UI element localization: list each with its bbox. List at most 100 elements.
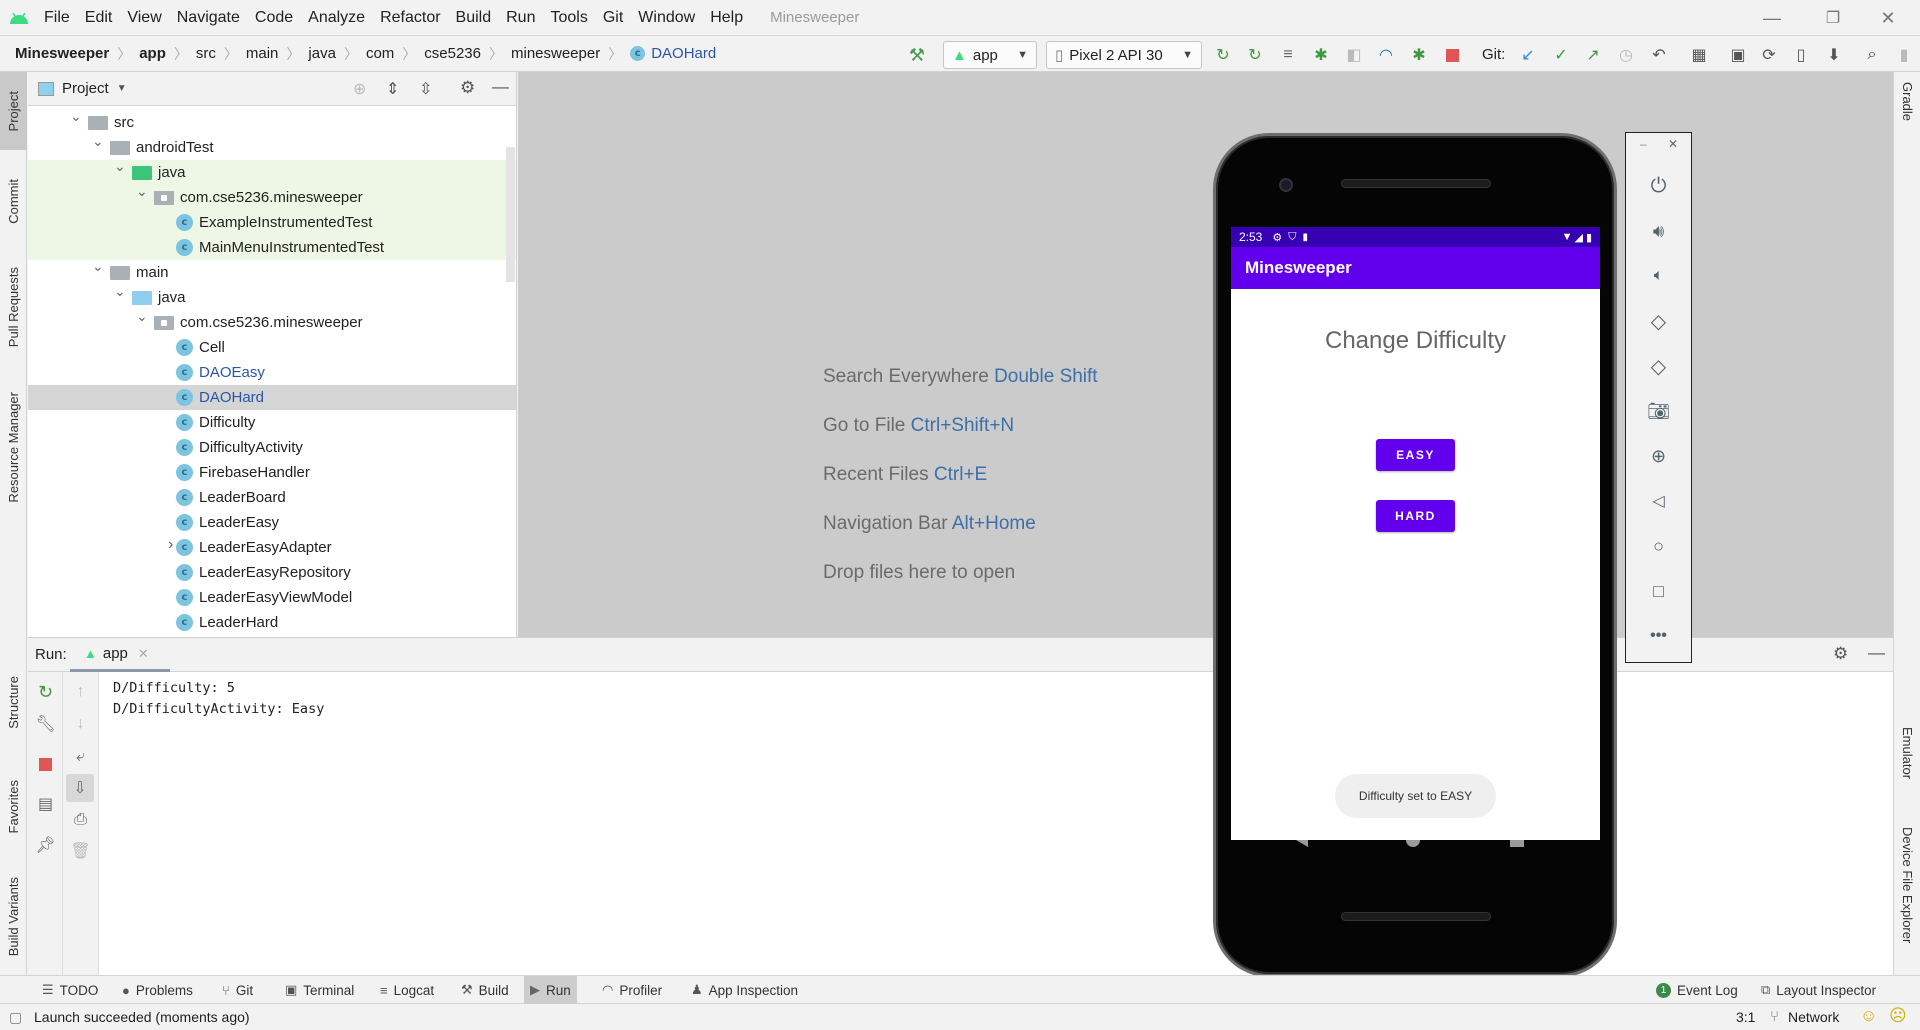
volume-up-icon[interactable]: 🔊︎ — [1626, 216, 1691, 246]
stop-icon[interactable] — [28, 750, 63, 778]
tree-item[interactable]: ⌄ com.cse5236.minesweeper — [28, 183, 516, 210]
tool-window-structure[interactable]: Structure — [0, 657, 27, 747]
tool-window-favorites[interactable]: Favorites — [0, 757, 27, 857]
tree-item[interactable]: › c LeaderEasyAdapter — [28, 535, 516, 560]
rotate-right-icon[interactable]: ◇ — [1626, 351, 1691, 381]
hide-panel-icon[interactable]: — — [1868, 643, 1885, 663]
minimize-button[interactable]: — — [1746, 0, 1798, 36]
menu-refactor[interactable]: Refactor — [380, 9, 440, 27]
tree-scrollbar[interactable] — [506, 147, 515, 282]
tree-item[interactable]: c FirebaseHandler — [28, 460, 516, 485]
breadcrumb-com[interactable]: com — [366, 45, 394, 62]
chevron-down-icon[interactable]: ⌄ — [136, 308, 148, 325]
tab-profiler[interactable]: ◠ Profiler — [596, 976, 668, 1004]
trash-icon[interactable]: 🗑︎ — [63, 837, 98, 865]
print-icon[interactable]: ⎙ — [63, 806, 98, 834]
collapse-all-icon[interactable]: ⇳ — [419, 79, 432, 99]
sdk-manager-icon[interactable]: ⬇ — [1823, 44, 1845, 66]
tree-item[interactable]: c LeaderEasy — [28, 510, 516, 535]
git-rollback-icon[interactable]: ↶ — [1648, 44, 1670, 66]
locate-file-icon[interactable]: ⊕ — [353, 79, 366, 99]
tool-window-emulator[interactable]: Emulator — [1894, 727, 1920, 779]
tab-git[interactable]: ⑂ Git — [216, 976, 259, 1004]
breadcrumb-src[interactable]: src — [196, 45, 216, 62]
chevron-down-icon[interactable]: ⌄ — [136, 183, 148, 200]
chevron-down-icon[interactable]: ⌄ — [70, 108, 82, 125]
wrench-icon[interactable]: 🔧︎ — [28, 710, 63, 738]
tab-layout-inspector[interactable]: ⧉ Layout Inspector — [1755, 976, 1882, 1004]
stop-icon[interactable] — [1441, 44, 1463, 66]
chevron-down-icon[interactable]: ⌄ — [114, 158, 126, 175]
chevron-down-icon[interactable]: ⌄ — [92, 133, 104, 150]
toggle-tool-windows-icon[interactable]: ▢ — [9, 1009, 22, 1026]
avd-manager-icon[interactable]: ▯ — [1790, 44, 1812, 66]
volume-down-icon[interactable]: 🔈︎ — [1626, 261, 1691, 291]
git-branch[interactable]: Network — [1788, 1009, 1839, 1025]
breadcrumb-module[interactable]: app — [139, 45, 166, 62]
debug-attach-icon[interactable]: ✱ — [1408, 44, 1430, 66]
smile-feedback-icon[interactable]: ☺ — [1860, 1006, 1877, 1026]
tool-window-device-file-explorer[interactable]: Device File Explorer — [1894, 827, 1920, 943]
breadcrumb-java[interactable]: java — [308, 45, 336, 62]
apply-changes-restart-icon[interactable]: ↻ — [1212, 44, 1234, 66]
git-push-icon[interactable]: ↗ — [1582, 44, 1604, 66]
menu-analyze[interactable]: Analyze — [308, 9, 365, 27]
close-tab-icon[interactable]: ✕ — [138, 646, 149, 662]
camera-icon[interactable]: 📷︎ — [1626, 396, 1691, 426]
apply-code-changes-icon[interactable]: ↻ — [1244, 44, 1266, 66]
tree-item[interactable]: c MainMenuInstrumentedTest — [28, 235, 516, 260]
chevron-right-icon[interactable]: › — [168, 536, 173, 554]
git-update-icon[interactable]: ↙ — [1517, 44, 1539, 66]
tab-build[interactable]: ⚒ Build — [455, 976, 515, 1004]
git-history-icon[interactable]: ◷ — [1615, 44, 1637, 66]
tree-item[interactable]: ⌄ java — [28, 158, 516, 185]
tree-item[interactable]: c LeaderBoard — [28, 485, 516, 510]
soft-wrap-icon[interactable]: ⤶ — [63, 743, 98, 771]
sync-icon[interactable]: ≡ — [1277, 44, 1299, 66]
breadcrumb-file[interactable]: c DAOHard — [630, 45, 716, 62]
menu-file[interactable]: File — [44, 9, 70, 27]
run-config-selector[interactable]: ▲ app ▼ — [943, 41, 1037, 69]
menu-run[interactable]: Run — [506, 9, 535, 27]
tool-window-commit[interactable]: Commit — [0, 160, 27, 242]
tab-todo[interactable]: ☰ TODO — [36, 976, 104, 1004]
tool-window-build-variants[interactable]: Build Variants — [0, 857, 27, 977]
sync-gradle-icon[interactable]: ⟳ — [1758, 44, 1780, 66]
more-icon[interactable]: ••• — [1626, 621, 1691, 651]
tab-app-inspection[interactable]: ♟ App Inspection — [685, 976, 804, 1004]
menu-navigate[interactable]: Navigate — [177, 9, 240, 27]
tree-item[interactable]: c Cell — [28, 335, 516, 360]
tab-logcat[interactable]: ≡ Logcat — [374, 976, 440, 1004]
debug-icon[interactable]: ✱ — [1310, 44, 1332, 66]
emulator-close-icon[interactable]: ✕ — [1668, 137, 1678, 151]
tree-item[interactable]: ⌄ androidTest — [28, 133, 516, 160]
menu-tools[interactable]: Tools — [550, 9, 587, 27]
frown-feedback-icon[interactable]: ☹ — [1889, 1006, 1907, 1026]
project-structure-icon[interactable]: ▦ — [1688, 44, 1710, 66]
menu-view[interactable]: View — [127, 9, 161, 27]
chevron-down-icon[interactable]: ⌄ — [114, 283, 126, 300]
menu-build[interactable]: Build — [456, 9, 492, 27]
hide-panel-icon[interactable]: — — [492, 77, 509, 97]
tree-item[interactable]: ⌄ com.cse5236.minesweeper — [28, 308, 516, 335]
tool-window-gradle[interactable]: Gradle — [1894, 82, 1920, 121]
arrow-down-icon[interactable]: ↓ — [63, 710, 98, 738]
tree-item[interactable]: c LeaderEasyRepository — [28, 560, 516, 585]
search-icon[interactable]: ⌕ — [1861, 44, 1883, 66]
home-icon[interactable]: ○ — [1626, 531, 1691, 561]
status-message[interactable]: Launch succeeded (moments ago) — [34, 1009, 250, 1025]
tree-item[interactable]: ⌄ java — [28, 283, 516, 310]
tree-item[interactable]: c ExampleInstrumentedTest — [28, 210, 516, 235]
tree-item[interactable]: c DifficultyActivity — [28, 435, 516, 460]
project-view-selector[interactable]: Project — [62, 80, 109, 97]
make-project-hammer-icon[interactable]: ⚒ — [906, 44, 928, 66]
rerun-icon[interactable]: ↻ — [28, 678, 63, 706]
overview-icon[interactable]: □ — [1626, 576, 1691, 606]
tree-item[interactable]: c LeaderHard — [28, 610, 516, 635]
caret-position[interactable]: 3:1 — [1736, 1009, 1755, 1025]
attach-debugger-icon[interactable]: ◧ — [1343, 44, 1365, 66]
close-window-button[interactable]: ✕ — [1862, 0, 1914, 36]
git-commit-icon[interactable]: ✓ — [1550, 44, 1572, 66]
device-manager-icon[interactable]: ▣ — [1727, 44, 1749, 66]
hard-button[interactable]: HARD — [1376, 500, 1455, 532]
